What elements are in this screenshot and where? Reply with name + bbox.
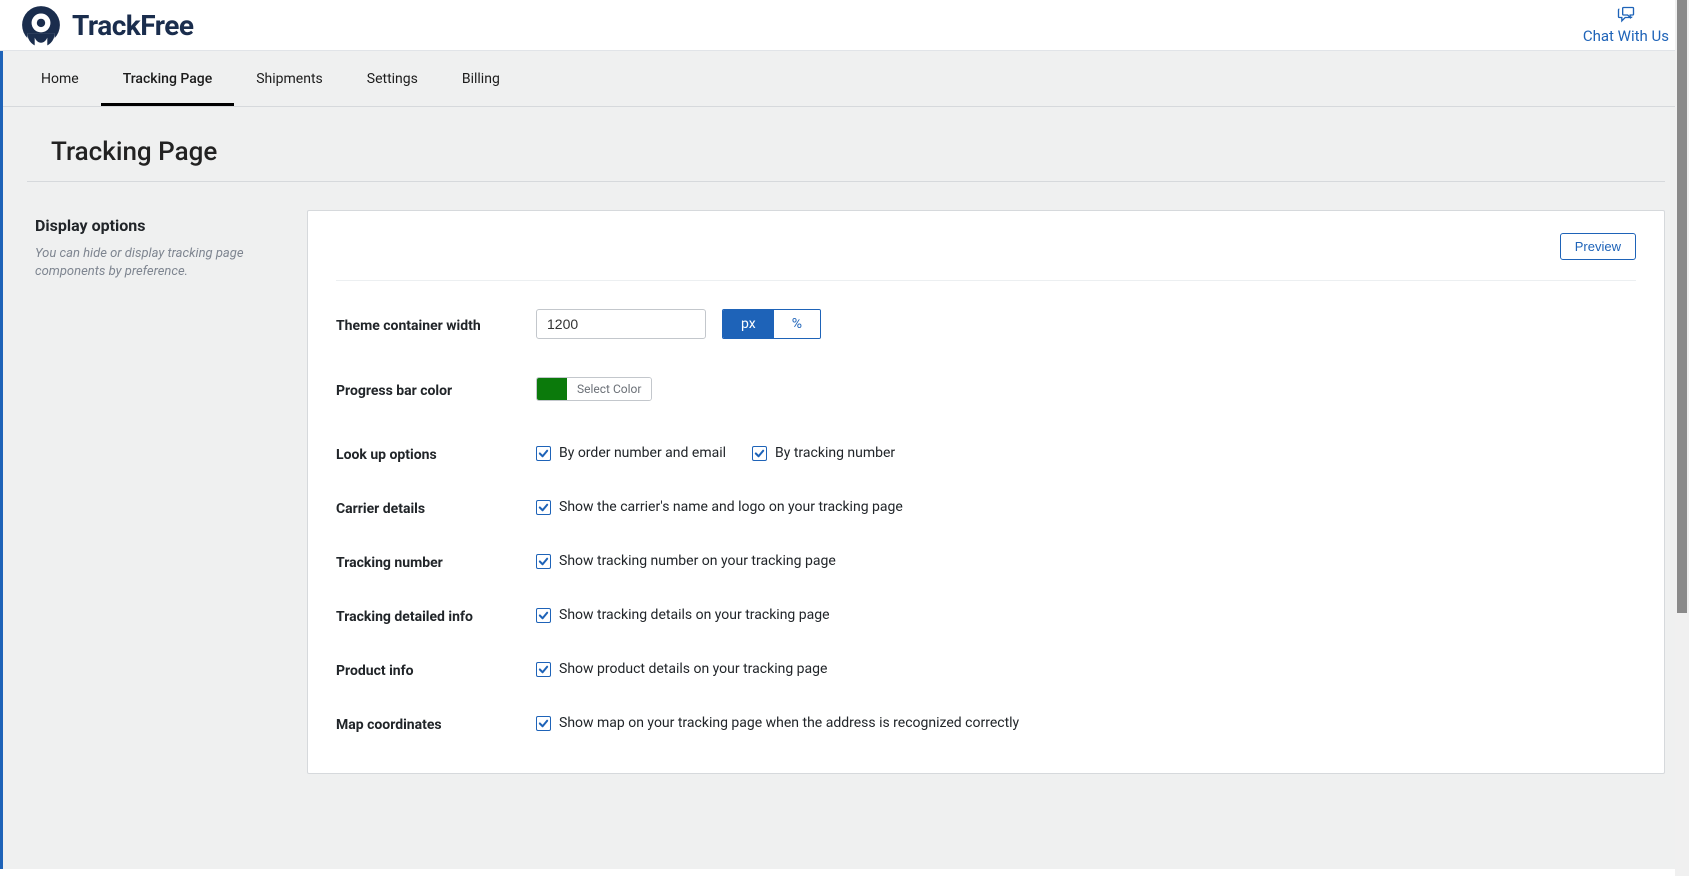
brand[interactable]: TrackFree [20,4,194,46]
brand-icon [20,4,62,46]
row-product-info: Product info Show product details on you… [336,625,1636,679]
scrollbar-thumb[interactable] [1677,0,1687,613]
check-icon [538,610,549,621]
unit-toggle: px % [722,309,821,339]
check-icon [538,502,549,513]
page-title-bar: Tracking Page [27,107,1665,182]
checkbox-label-tracking-number: Show tracking number on your tracking pa… [559,553,836,569]
panel-top: Preview [336,233,1636,281]
label-product-info: Product info [336,659,536,679]
label-progress-color: Progress bar color [336,379,536,399]
chat-with-us-link[interactable]: Chat With Us [1583,5,1669,45]
theme-width-input[interactable] [536,309,706,339]
row-theme-width: Theme container width px % [336,281,1636,339]
label-map: Map coordinates [336,713,536,733]
checkbox-map[interactable] [536,716,551,731]
tab-shipments[interactable]: Shipments [234,51,345,106]
settings-panel: Preview Theme container width px % [307,210,1665,774]
row-tracking-number: Tracking number Show tracking number on … [336,517,1636,571]
checkbox-product-info[interactable] [536,662,551,677]
checkbox-label-tracking-detail: Show tracking details on your tracking p… [559,607,830,623]
section-heading: Display options [35,216,287,235]
checkbox-carrier[interactable] [536,500,551,515]
checkbox-order-email[interactable] [536,446,551,461]
checkbox-tracking-number[interactable] [536,554,551,569]
tab-billing[interactable]: Billing [440,51,522,106]
label-lookup: Look up options [336,443,536,463]
page-title: Tracking Page [51,137,1641,167]
app-root: TrackFree Chat With Us Home Tracking Pag… [0,0,1689,869]
side-column: Display options You can hide or display … [27,210,287,281]
tab-tracking-page[interactable]: Tracking Page [101,51,235,106]
label-tracking-detail: Tracking detailed info [336,605,536,625]
select-color-label: Select Color [567,378,651,400]
check-icon [538,448,549,459]
scrollbar[interactable] [1675,0,1689,876]
label-tracking-number: Tracking number [336,551,536,571]
section-description: You can hide or display tracking page co… [35,245,287,281]
content-row: Display options You can hide or display … [3,182,1689,774]
brand-name: TrackFree [72,9,194,42]
row-carrier: Carrier details Show the carrier's name … [336,463,1636,517]
nav-tabs: Home Tracking Page Shipments Settings Bi… [3,51,1689,107]
checkbox-label-carrier: Show the carrier's name and logo on your… [559,499,903,515]
check-icon [538,664,549,675]
chat-icon [1616,5,1636,25]
checkbox-label-order-email: By order number and email [559,445,726,461]
check-icon [538,556,549,567]
label-theme-width: Theme container width [336,314,536,334]
color-picker[interactable]: Select Color [536,377,652,401]
preview-button[interactable]: Preview [1560,233,1636,260]
unit-percent-button[interactable]: % [774,310,820,338]
check-icon [538,718,549,729]
row-tracking-detail: Tracking detailed info Show tracking det… [336,571,1636,625]
unit-px-button[interactable]: px [723,310,774,338]
check-icon [754,448,765,459]
label-carrier: Carrier details [336,497,536,517]
row-progress-color: Progress bar color Select Color [336,339,1636,401]
page-body: Home Tracking Page Shipments Settings Bi… [0,51,1689,869]
checkbox-tracking-number-lookup[interactable] [752,446,767,461]
row-map: Map coordinates Show map on your trackin… [336,679,1636,733]
chat-label: Chat With Us [1583,27,1669,45]
checkbox-tracking-detail[interactable] [536,608,551,623]
checkbox-label-product-info: Show product details on your tracking pa… [559,661,827,677]
checkbox-label-tracking-number-lookup: By tracking number [775,445,895,461]
color-swatch [537,378,567,400]
row-lookup: Look up options By order number and emai… [336,401,1636,463]
checkbox-label-map: Show map on your tracking page when the … [559,715,1019,731]
top-bar: TrackFree Chat With Us [0,0,1689,51]
tab-home[interactable]: Home [19,51,101,106]
tab-settings[interactable]: Settings [345,51,440,106]
